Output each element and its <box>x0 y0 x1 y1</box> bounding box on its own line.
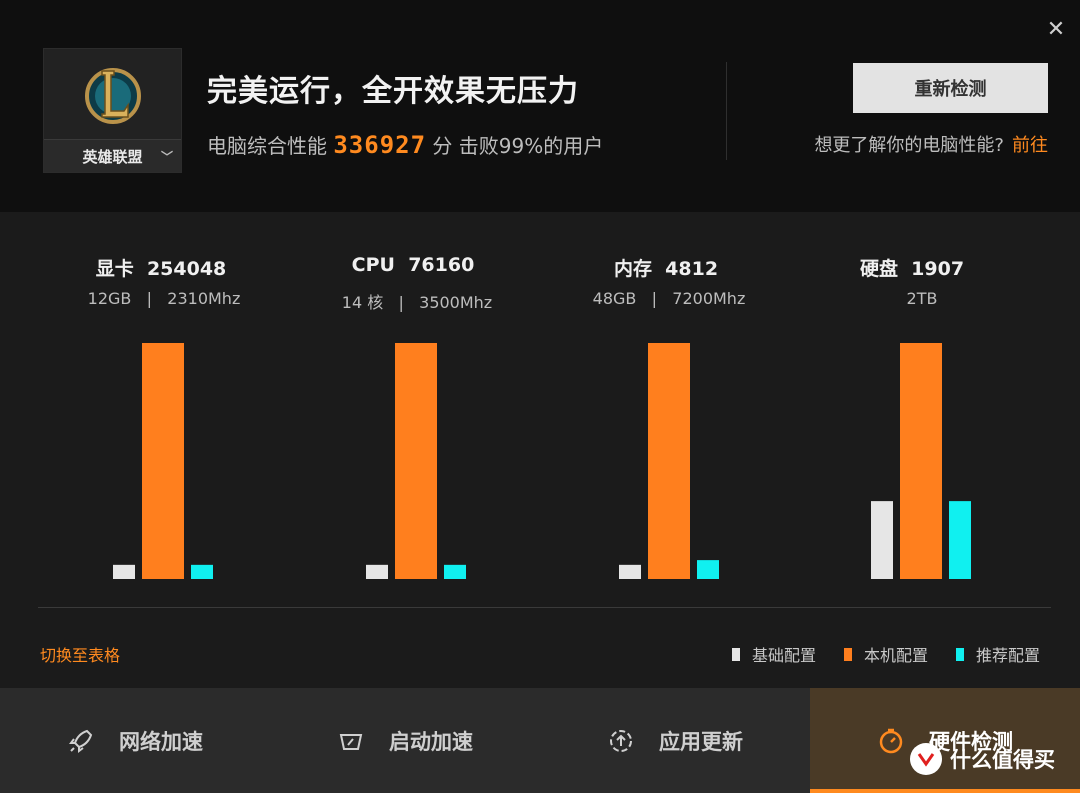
legend-swatch-baseline <box>731 647 740 661</box>
bar-machine-2 <box>648 343 690 579</box>
legend-item-baseline: 基础配置 <box>731 642 816 666</box>
timer-icon <box>879 728 903 753</box>
legend-item-recommend: 推荐配置 <box>955 642 1040 666</box>
game-card: 英雄联盟 ﹀ <box>43 48 182 173</box>
chart-baseline <box>38 607 1051 608</box>
header-divider <box>726 62 727 160</box>
bar-machine-3 <box>900 343 942 579</box>
tab-network-boost[interactable]: 网络加速 <box>0 688 270 793</box>
bar-baseline-1 <box>366 564 388 579</box>
learn-text: 想更了解你的电脑性能? <box>814 135 1004 156</box>
tab-label: 硬件检测 <box>929 729 1013 754</box>
bar-chart <box>113 343 971 579</box>
learn-link[interactable]: 前往 <box>1012 135 1048 156</box>
chevron-down-icon: ﹀ <box>160 150 173 164</box>
tab-label: 网络加速 <box>119 729 203 754</box>
bar-recommend-0 <box>191 564 213 579</box>
bar-baseline-0 <box>113 564 135 579</box>
tab-hardware-check[interactable]: 硬件检测 <box>810 688 1080 793</box>
legend-label-machine: 本机配置 <box>863 646 928 665</box>
header: ✕ 英雄联盟 ﹀ 完美运行，全开效果无压力 电脑综合性能 336927 分 击败… <box>0 0 1080 212</box>
legend-swatch-recommend <box>955 647 964 661</box>
bar-baseline-2 <box>619 564 641 579</box>
legend-label-baseline: 基础配置 <box>751 646 816 665</box>
switch-to-table-link[interactable]: 切换至表格 <box>40 642 120 666</box>
update-icon <box>610 729 632 752</box>
bar-recommend-1 <box>444 564 466 579</box>
bottom-nav: 网络加速 启动加速 应用更新 硬件检测 <box>0 688 1080 793</box>
game-logo <box>44 49 181 139</box>
legend: 基础配置 本机配置 推荐配置 <box>731 642 1040 666</box>
speedometer-icon <box>339 733 363 750</box>
legend-label-recommend: 推荐配置 <box>975 646 1040 665</box>
hardware-chart: 显卡 254048 CPU 76160 内存 4812 硬盘 1907 12GB… <box>0 212 1080 688</box>
score-line: 电脑综合性能 336927 分 击败99%的用户 <box>207 130 603 159</box>
bar-recommend-2 <box>697 560 719 579</box>
lol-logo-icon <box>84 68 141 124</box>
tab-label: 应用更新 <box>659 729 743 754</box>
recheck-button[interactable]: 重新检测 <box>853 63 1048 113</box>
tab-label: 启动加速 <box>389 729 473 754</box>
headline: 完美运行，全开效果无压力 <box>207 74 579 109</box>
legend-swatch-machine <box>843 647 852 661</box>
game-select-dropdown[interactable]: 英雄联盟 ﹀ <box>44 139 181 172</box>
score-prefix: 电脑综合性能 <box>207 134 327 158</box>
game-name: 英雄联盟 <box>82 147 143 166</box>
rocket-icon <box>69 729 93 753</box>
bar-machine-0 <box>142 343 184 579</box>
tab-startup-boost[interactable]: 启动加速 <box>270 688 540 793</box>
tab-app-update[interactable]: 应用更新 <box>540 688 810 793</box>
bar-baseline-3 <box>871 501 893 579</box>
close-icon[interactable]: ✕ <box>1044 18 1068 42</box>
score-suffix: 分 击败99%的用户 <box>432 134 604 158</box>
legend-item-machine: 本机配置 <box>843 642 928 666</box>
score-value: 336927 <box>333 131 427 159</box>
bar-machine-1 <box>395 343 437 579</box>
learn-more: 想更了解你的电脑性能? 前往 <box>814 131 1048 157</box>
bar-recommend-3 <box>949 501 971 579</box>
